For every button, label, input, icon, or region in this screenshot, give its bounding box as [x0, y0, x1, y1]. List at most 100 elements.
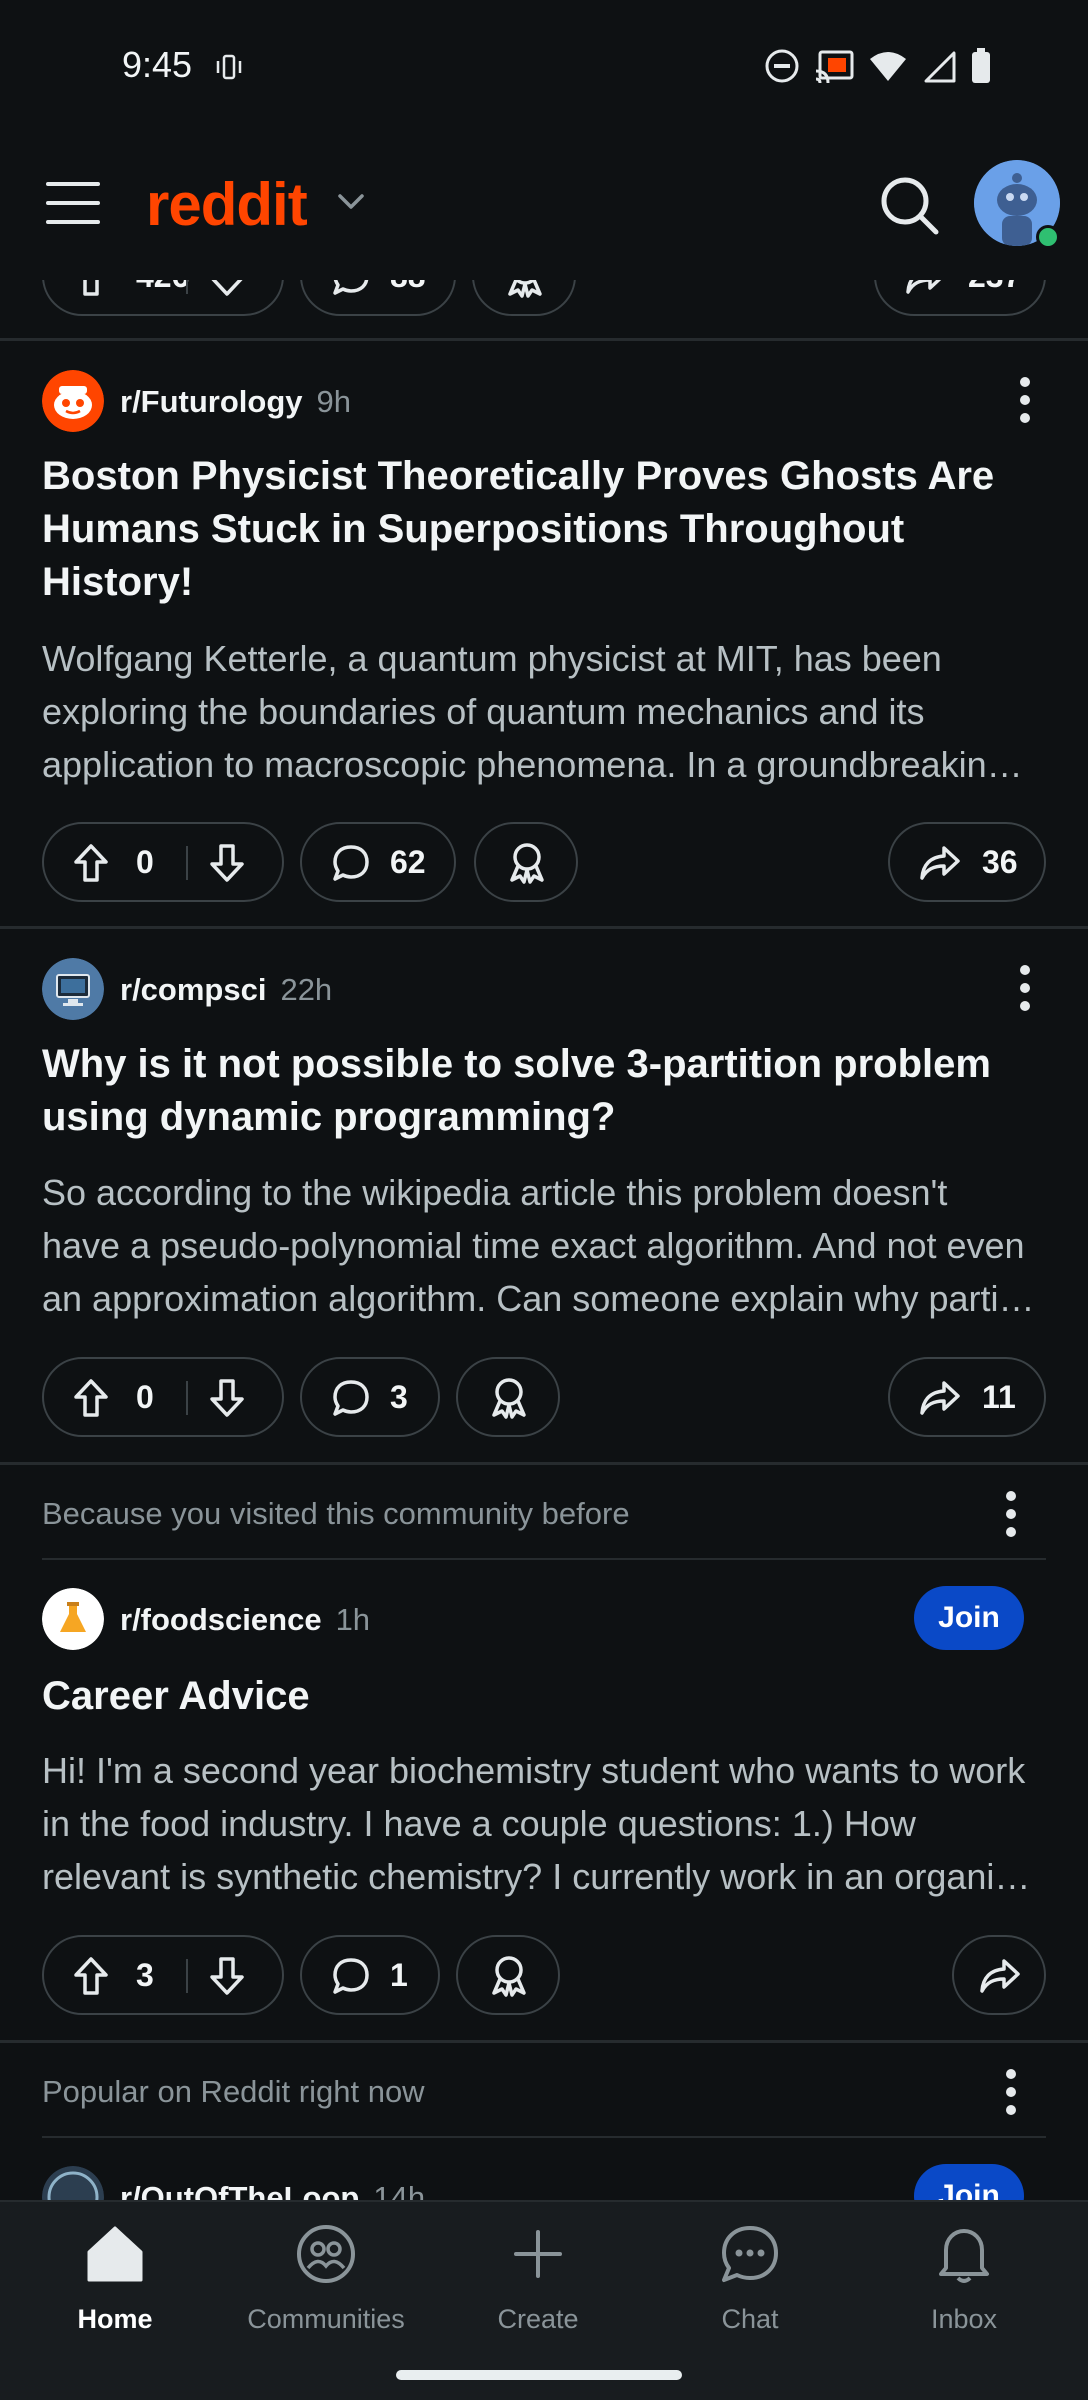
subreddit-name[interactable]: r/Futurology 9h — [120, 384, 351, 420]
vote-count: 0 — [136, 844, 154, 880]
vote-separator — [186, 1381, 188, 1415]
battery-icon — [970, 48, 992, 89]
comment-count: 1 — [390, 1957, 408, 1993]
vote-separator — [186, 846, 188, 880]
signal-icon — [922, 49, 956, 88]
vote-pill: 0 — [42, 1357, 284, 1437]
upvote-icon[interactable] — [72, 1955, 110, 2005]
subreddit-name[interactable]: r/foodscience 1h — [120, 1602, 370, 1638]
post-body-line: in the food industry. I have a couple qu… — [42, 1803, 916, 1844]
post-divider — [0, 2040, 1088, 2043]
join-button[interactable]: Join — [914, 1586, 1024, 1650]
post-time: 9h — [316, 384, 352, 419]
upvote-icon[interactable] — [72, 842, 110, 892]
post-body-line: Wolfgang Ketterle, a quantum physicist a… — [42, 638, 942, 679]
communities-icon — [236, 2222, 416, 2290]
cast-icon — [814, 49, 854, 88]
nav-label: Home — [77, 2304, 153, 2334]
vote-pill: 0 — [42, 822, 284, 902]
menu-icon[interactable] — [46, 182, 100, 226]
section-divider — [42, 1558, 1046, 1560]
vote-count: 3 — [136, 1957, 154, 1993]
upvote-icon[interactable] — [72, 1377, 110, 1427]
award-icon — [486, 1953, 532, 2007]
post-title[interactable]: Boston Physicist Theoretically Proves Gh… — [42, 450, 1042, 609]
post-actions: 0 3 11 — [42, 1357, 1046, 1441]
vote-count: 0 — [136, 1379, 154, 1415]
feed[interactable]: 426 88 237 r/Futurology9h Boston Physici… — [0, 0, 1088, 2200]
share-button[interactable]: 11 — [888, 1357, 1046, 1437]
award-button[interactable] — [456, 1935, 560, 2015]
recommendation-reason: Because you visited this community befor… — [42, 1496, 630, 1531]
subreddit-avatar[interactable] — [42, 958, 104, 1020]
search-icon[interactable] — [878, 174, 942, 243]
app-bar: reddit — [0, 130, 1088, 280]
comment-count: 62 — [390, 844, 426, 880]
share-icon — [978, 1955, 1022, 2005]
post-time: 1h — [335, 1602, 371, 1637]
post-body[interactable]: So according to the wikipedia article th… — [42, 1166, 1046, 1325]
share-icon — [918, 1377, 962, 1427]
share-button[interactable]: 36 — [888, 822, 1046, 902]
award-button[interactable] — [456, 1357, 560, 1437]
nav-label: Create — [497, 2304, 579, 2334]
share-count: 36 — [982, 844, 1018, 880]
post-divider — [0, 1462, 1088, 1465]
post-header: r/foodscience 1h Join — [42, 1586, 1046, 1652]
post-body[interactable]: Hi! I'm a second year biochemistry stude… — [42, 1744, 1046, 1903]
reddit-logo[interactable]: reddit — [146, 170, 308, 239]
more-options-icon[interactable] — [1004, 2068, 1074, 2121]
post-body-line: application to macroscopic phenomena. In… — [42, 744, 1023, 785]
downvote-icon[interactable] — [208, 1955, 246, 2005]
chat-icon — [660, 2222, 840, 2290]
post-time: 14h — [373, 2180, 426, 2200]
post-title[interactable]: Career Advice — [42, 1670, 1042, 1723]
subreddit-avatar[interactable] — [42, 370, 104, 432]
post-body[interactable]: Wolfgang Ketterle, a quantum physicist a… — [42, 632, 1046, 791]
more-options-icon[interactable] — [1018, 376, 1032, 429]
bell-icon — [874, 2222, 1054, 2290]
nav-label: Inbox — [930, 2304, 998, 2334]
vibrate-icon — [214, 52, 244, 87]
nav-create[interactable]: Create — [448, 2222, 628, 2335]
subreddit-avatar[interactable] — [42, 2166, 104, 2200]
join-button[interactable]: Join — [914, 2164, 1024, 2200]
post-divider — [0, 926, 1088, 929]
post-body-line: an approximation algorithm. Can someone … — [42, 1278, 1035, 1319]
post-title[interactable]: Why is it not possible to solve 3-partit… — [42, 1038, 1042, 1144]
comment-button[interactable]: 62 — [300, 822, 456, 902]
nav-label: Chat — [721, 2304, 779, 2334]
post-body-line: relevant is synthetic chemistry? I curre… — [42, 1856, 1031, 1897]
downvote-icon[interactable] — [208, 1377, 246, 1427]
section-divider — [42, 2136, 1046, 2138]
nav-label: Communities — [247, 2304, 405, 2334]
subreddit-avatar[interactable] — [42, 1588, 104, 1650]
subreddit-name[interactable]: r/compsci 22h — [120, 972, 332, 1008]
comment-icon — [330, 842, 372, 892]
comment-button[interactable]: 3 — [300, 1357, 440, 1437]
award-icon — [504, 840, 550, 894]
post-body-line: exploring the boundaries of quantum mech… — [42, 691, 925, 732]
online-status-indicator — [1036, 225, 1060, 249]
post-body-line: Hi! I'm a second year biochemistry stude… — [42, 1750, 1026, 1791]
more-options-icon[interactable] — [1018, 964, 1032, 1017]
recommendation-reason: Popular on Reddit right now — [42, 2074, 425, 2109]
subreddit-name[interactable]: r/OutOfTheLoop 14h — [120, 2180, 425, 2200]
post-actions: 0 62 36 — [42, 822, 1046, 906]
post-body-line: have a pseudo-polynomial time exact algo… — [42, 1225, 1025, 1266]
nav-communities[interactable]: Communities — [236, 2222, 416, 2335]
nav-chat[interactable]: Chat — [660, 2222, 840, 2335]
vote-pill: 3 — [42, 1935, 284, 2015]
nav-home[interactable]: Home — [25, 2222, 205, 2335]
chevron-down-icon[interactable] — [336, 192, 366, 217]
award-button[interactable] — [474, 822, 578, 902]
award-icon — [486, 1375, 532, 1429]
wifi-icon — [868, 49, 908, 88]
more-options-icon[interactable] — [1004, 1490, 1074, 1543]
comment-icon — [330, 1377, 372, 1427]
gesture-home-indicator[interactable] — [396, 2370, 682, 2380]
comment-button[interactable]: 1 — [300, 1935, 440, 2015]
share-button[interactable] — [952, 1935, 1046, 2015]
downvote-icon[interactable] — [208, 842, 246, 892]
nav-inbox[interactable]: Inbox — [874, 2222, 1054, 2335]
